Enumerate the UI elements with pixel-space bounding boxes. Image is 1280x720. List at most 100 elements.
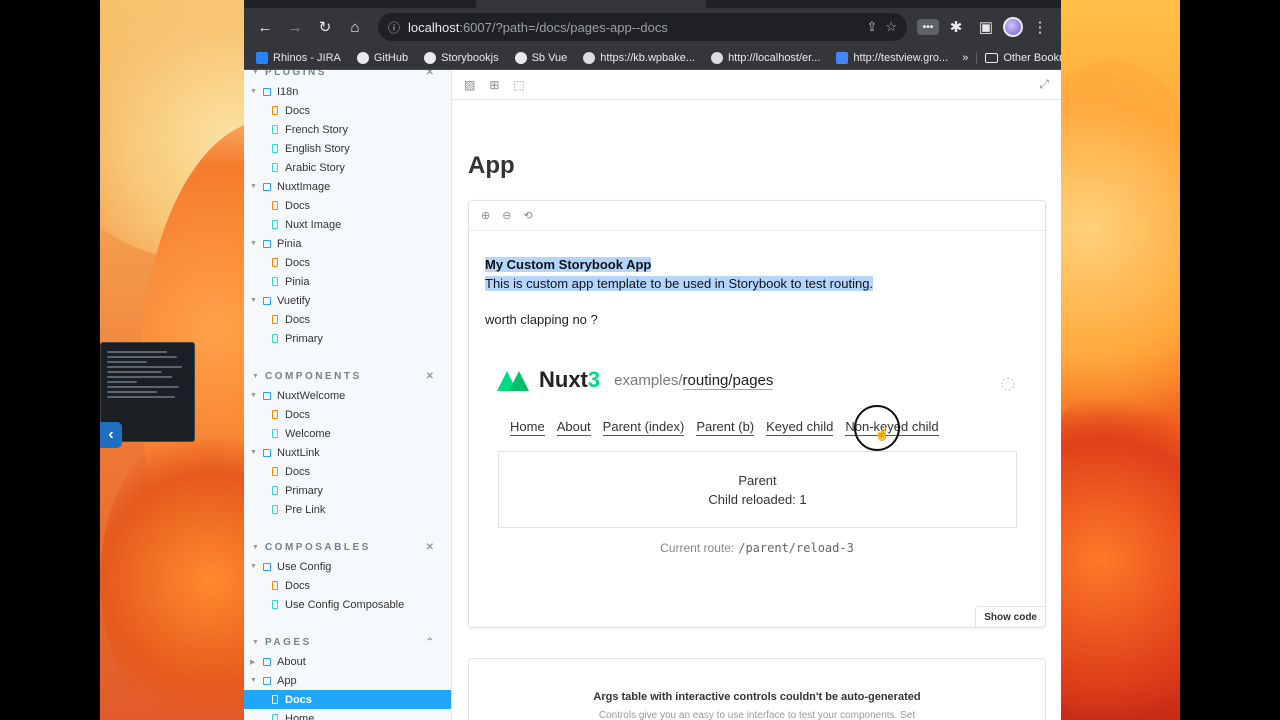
site-info-icon[interactable]: ⓘ — [388, 19, 400, 36]
sidebar-item-app-home[interactable]: Home — [244, 709, 451, 720]
nav-link-parent-index[interactable]: Parent (index) — [602, 419, 685, 436]
jira-icon — [256, 51, 268, 64]
bookmark-storybookjs[interactable]: Storybookjs — [418, 51, 504, 64]
grid-icon[interactable]: ⊞ — [489, 78, 499, 92]
sidebar-component-use-config[interactable]: ▼ Use Config — [244, 557, 451, 576]
zoom-in-icon[interactable]: ⊕ — [481, 209, 490, 222]
sidebar-component-i18n[interactable]: ▼ I18n — [244, 82, 451, 101]
bookmark-sb-vue[interactable]: Sb Vue — [509, 51, 574, 64]
forward-icon[interactable]: → — [282, 14, 308, 40]
collapse-all-icon[interactable]: ⌃ — [426, 637, 434, 648]
preview-toolbar: ⊕ ⊖ ⟲ — [469, 201, 1045, 231]
reload-icon[interactable]: ↻ — [312, 14, 338, 40]
zoom-out-icon[interactable]: ⊖ — [502, 209, 511, 222]
sidebar-item-use-config-docs[interactable]: Docs — [244, 576, 451, 595]
chevron-down-icon: ▼ — [250, 88, 257, 95]
sidebar-item-i18n-docs[interactable]: Docs — [244, 101, 451, 120]
collapse-all-icon[interactable]: ✕ — [426, 371, 434, 382]
bookmark-localhost[interactable]: http://localhost/er... — [705, 51, 826, 64]
sidebar-item-nuxtlink-pre-link[interactable]: Pre Link — [244, 500, 451, 519]
storybook-app: ▼ PLUGINS ✕ ▼ I18n Docs French Story English St… — [244, 70, 1061, 720]
sidebar-component-about[interactable]: ▶ About — [244, 652, 451, 671]
browser-menu-icon[interactable]: ⋮ — [1027, 14, 1053, 40]
sidebar-item-nuxtwelcome-welcome[interactable]: Welcome — [244, 424, 451, 443]
nav-link-keyed-child[interactable]: Keyed child — [766, 419, 834, 436]
sidebar-component-vuetify[interactable]: ▼ Vuetify — [244, 291, 451, 310]
bookmark-jira[interactable]: Rhinos - JIRA — [250, 51, 347, 64]
profile-avatar[interactable] — [1003, 17, 1023, 37]
nav-link-home[interactable]: Home — [510, 419, 545, 436]
sidebar-item-nuxtimage-nuxt-image[interactable]: Nuxt Image — [244, 215, 451, 234]
sidebar-section-pages[interactable]: ▼ PAGES ⌃ — [244, 632, 451, 652]
document-icon — [272, 695, 278, 704]
other-bookmarks[interactable]: Other Bookmarks — [976, 51, 1061, 64]
document-icon — [272, 467, 278, 476]
image-icon[interactable]: ▨ — [464, 78, 475, 92]
bookmark-kb[interactable]: https://kb.wpbake... — [577, 51, 701, 64]
story-icon — [272, 505, 278, 514]
back-icon[interactable]: ← — [252, 14, 278, 40]
sidebar-item-i18n-english-story[interactable]: English Story — [244, 139, 451, 158]
outline-icon[interactable]: ⬚ — [513, 78, 524, 92]
sidebar-component-nuxtwelcome[interactable]: ▼ NuxtWelcome — [244, 386, 451, 405]
sidebar-component-app[interactable]: ▼ App — [244, 671, 451, 690]
component-icon — [263, 239, 271, 248]
story-icon — [272, 163, 278, 172]
theme-toggle-icon[interactable] — [1001, 377, 1015, 391]
show-code-button[interactable]: Show code — [975, 606, 1046, 628]
sidebar-component-nuxtlink[interactable]: ▼ NuxtLink — [244, 443, 451, 462]
sidebar-item-vuetify-docs[interactable]: Docs — [244, 310, 451, 329]
sidebar-item-nuxtimage-docs[interactable]: Docs — [244, 196, 451, 215]
sidebar-component-pinia[interactable]: ▼ Pinia — [244, 234, 451, 253]
zoom-reset-icon[interactable]: ⟲ — [523, 209, 532, 222]
story-icon — [272, 334, 278, 343]
document-icon — [272, 258, 278, 267]
story-icon — [272, 486, 278, 495]
sidebar-component-nuxtimage[interactable]: ▼ NuxtImage — [244, 177, 451, 196]
sidebar-section-plugins[interactable]: ▼ PLUGINS ✕ — [244, 70, 451, 82]
sidebar-item-nuxtwelcome-docs[interactable]: Docs — [244, 405, 451, 424]
sidebar-item-vuetify-primary[interactable]: Primary — [244, 329, 451, 348]
story-icon — [272, 429, 278, 438]
bookmark-star-icon[interactable]: ☆ — [885, 19, 897, 35]
chevron-down-icon: ▼ — [250, 297, 257, 304]
story-icon — [272, 714, 278, 720]
canvas-toolbar: ▨ ⊞ ⬚ ⤢ — [452, 70, 1061, 100]
preview-content: My Custom Storybook App This is custom a… — [485, 255, 1029, 327]
collapse-all-icon[interactable]: ✕ — [426, 70, 434, 78]
example-path-link[interactable]: routing/pages — [682, 371, 774, 390]
sidebar-item-nuxtlink-primary[interactable]: Primary — [244, 481, 451, 500]
extension-dots-icon[interactable]: ••• — [917, 19, 939, 35]
side-panel-icon[interactable]: ▣ — [973, 14, 999, 40]
nav-link-about[interactable]: About — [556, 419, 591, 436]
question-text: worth clapping no ? — [485, 312, 598, 327]
address-bar[interactable]: ⓘ localhost:6007/?path=/docs/pages-app--… — [378, 13, 907, 41]
share-icon[interactable]: ⇪ — [866, 19, 877, 35]
collapse-all-icon[interactable]: ✕ — [426, 542, 434, 553]
story-preview: ⊕ ⊖ ⟲ My Custom Storybook App This is cu… — [468, 200, 1046, 628]
extensions-puzzle-icon[interactable]: ✱ — [943, 14, 969, 40]
home-icon[interactable]: ⌂ — [342, 14, 368, 40]
sidebar-section-composables[interactable]: ▼ COMPOSABLES ✕ — [244, 537, 451, 557]
sidebar-item-nuxtlink-docs[interactable]: Docs — [244, 462, 451, 481]
fullscreen-icon[interactable]: ⤢ — [1039, 77, 1049, 92]
vscode-dock-icon[interactable]: ‹ — [100, 422, 122, 448]
sidebar-item-pinia-pinia[interactable]: Pinia — [244, 272, 451, 291]
bookmarks-overflow[interactable]: » — [958, 52, 972, 64]
url-path: :6007/?path=/docs/pages-app--docs — [459, 19, 668, 35]
active-tab[interactable] — [476, 0, 706, 8]
docs-panel: ▨ ⊞ ⬚ ⤢ App ⊕ ⊖ ⟲ My Custom Storybook Ap… — [452, 70, 1061, 720]
sidebar-item-i18n-french-story[interactable]: French Story — [244, 120, 451, 139]
sidebar-section-components[interactable]: ▼ COMPONENTS ✕ — [244, 366, 451, 386]
app-title: My Custom Storybook App — [485, 257, 652, 272]
chevron-down-icon: ▼ — [250, 449, 257, 456]
sidebar-item-use-config-use-config-composable[interactable]: Use Config Composable — [244, 595, 451, 614]
nav-link-parent-b[interactable]: Parent (b) — [696, 419, 755, 436]
component-icon — [263, 391, 271, 400]
chevron-right-icon: ▶ — [250, 658, 256, 666]
sidebar-item-app-docs[interactable]: Docs — [244, 690, 451, 709]
bookmark-testview[interactable]: http://testview.gro... — [830, 51, 954, 64]
sidebar-item-i18n-arabic-story[interactable]: Arabic Story — [244, 158, 451, 177]
sidebar-item-pinia-docs[interactable]: Docs — [244, 253, 451, 272]
bookmark-github[interactable]: GitHub — [351, 51, 414, 64]
